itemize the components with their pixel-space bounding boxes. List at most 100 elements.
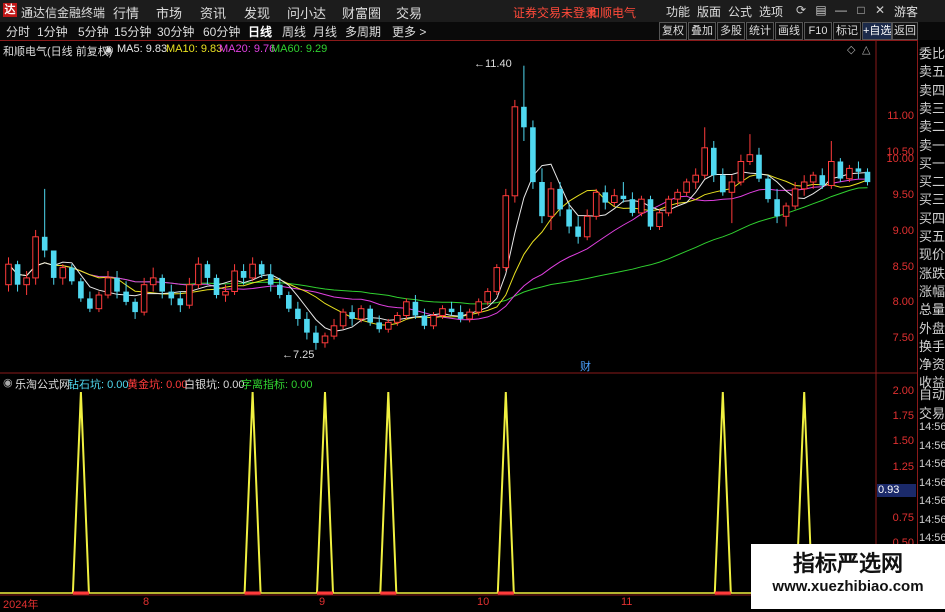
period-fenshi[interactable]: 分时: [6, 23, 30, 40]
indicator-settings-icon[interactable]: ◉: [3, 376, 13, 389]
candle-body-up: [746, 154, 754, 162]
candle-body-up: [5, 263, 12, 286]
f10-button[interactable]: F10: [804, 22, 832, 40]
candle-body-up: [493, 267, 501, 293]
ma20-line: [8, 178, 868, 321]
candle-body-down: [114, 277, 120, 292]
candle-body-down: [539, 182, 545, 217]
baiyin-value: 白银坑: 0.00: [184, 379, 245, 391]
period-60min[interactable]: 60分钟: [203, 23, 240, 40]
period-30min[interactable]: 30分钟: [157, 23, 194, 40]
watermark-url: www.xuezhibiao.com: [772, 578, 924, 595]
period-1min[interactable]: 1分钟: [37, 23, 68, 40]
candle-body-up: [737, 161, 745, 183]
current-stock-name: 和顺电气: [588, 6, 637, 20]
high-price-value: 11.40: [485, 58, 512, 70]
menu-wenxiaoda[interactable]: 问小达: [287, 3, 326, 22]
quote-panel-item: 卖二: [919, 119, 945, 135]
price-axis-tick: 11.00: [887, 110, 914, 122]
candle-body-down: [421, 315, 428, 326]
menu-shichang[interactable]: 市场: [156, 3, 182, 22]
finance-marker[interactable]: 财: [580, 358, 591, 374]
trade-panel-item: 14:56: [919, 513, 945, 526]
refresh-icon[interactable]: ⟳: [793, 3, 809, 18]
candle-body-down: [720, 175, 726, 193]
candle-body-down: [819, 175, 826, 186]
trade-login-warning[interactable]: 证券交易未登录: [513, 4, 597, 21]
candle-body-up: [385, 321, 392, 330]
mark-button[interactable]: 标记: [833, 22, 861, 40]
candle-body-up: [249, 263, 256, 279]
trade-panel-item: 14:56: [919, 421, 945, 433]
candle-body-up: [394, 315, 401, 323]
maximize-icon[interactable]: □: [853, 3, 869, 18]
ma60-path: [8, 187, 868, 305]
candle-body-down: [177, 298, 184, 306]
period-more[interactable]: 更多 >: [392, 23, 426, 40]
candle-body-up: [231, 270, 238, 292]
candle-body-down: [837, 161, 844, 179]
candle-body-down: [313, 332, 319, 343]
layout-button[interactable]: 版面: [697, 3, 721, 20]
candle-body-up: [357, 308, 365, 320]
candle-body-up: [701, 147, 709, 176]
kline-chart[interactable]: [0, 40, 917, 609]
candle-body-up: [502, 195, 510, 269]
candle-body-up: [846, 167, 853, 180]
low-price-value: 7.25: [293, 349, 315, 361]
menu-jiaoyi[interactable]: 交易: [396, 3, 422, 22]
candle-body-down: [295, 308, 301, 319]
candle-body-down: [855, 168, 862, 172]
menu-faxian[interactable]: 发现: [244, 3, 270, 22]
indicator-axis-tick: 0.75: [892, 512, 914, 524]
candle-body-up: [728, 181, 736, 193]
draw-line-button[interactable]: 画线: [775, 22, 803, 40]
period-monthly[interactable]: 月线: [313, 23, 337, 40]
trade-panel-item[interactable]: 自动: [919, 384, 945, 403]
stats-button[interactable]: 统计: [746, 22, 774, 40]
indicator-name[interactable]: 乐淘公式网: [15, 376, 70, 392]
candle-body-up: [140, 284, 148, 313]
period-daily[interactable]: 日线: [248, 23, 272, 40]
fuquan-button[interactable]: 复权: [659, 22, 687, 40]
period-weekly[interactable]: 周线: [282, 23, 306, 40]
candle-body-up: [403, 301, 410, 316]
multi-stock-button[interactable]: 多股: [717, 22, 745, 40]
candle-body-up: [828, 161, 835, 186]
candle-body-up: [222, 291, 229, 296]
quote-panel-item: 卖五: [919, 64, 945, 80]
add-watchlist-button[interactable]: +自选: [862, 22, 892, 40]
period-5min[interactable]: 5分钟: [78, 23, 109, 40]
candle-body-up: [104, 277, 112, 296]
period-15min[interactable]: 15分钟: [114, 23, 151, 40]
price-axis-tick: 7.50: [892, 332, 914, 344]
options-button[interactable]: 选项: [759, 3, 783, 20]
watermark-title: 指标严选网: [792, 551, 903, 576]
indicator-axis-tick: 1.25: [892, 461, 914, 473]
menu-hangqing[interactable]: 行情: [113, 3, 139, 22]
candle-body-up: [656, 212, 663, 228]
candle-body-up: [592, 191, 600, 217]
formula-button[interactable]: 公式: [728, 3, 752, 20]
candle-body-down: [132, 301, 138, 313]
zuanshi-value: 钻石坑: 0.00: [68, 379, 129, 391]
candle-body-up: [511, 106, 519, 197]
close-icon[interactable]: ✕: [872, 3, 888, 18]
app-logo-icon: 达: [3, 3, 17, 17]
candle-body-down: [864, 171, 871, 183]
period-multi[interactable]: 多周期: [345, 23, 381, 40]
menu-caifuquan[interactable]: 财富圈: [342, 3, 381, 22]
candle-body-up: [330, 325, 338, 337]
function-button[interactable]: 功能: [666, 3, 690, 20]
candle-body-down: [412, 301, 419, 316]
back-button[interactable]: 返回: [892, 22, 918, 40]
trade-panel-item[interactable]: 交易: [919, 403, 945, 422]
guest-login[interactable]: 游客: [894, 3, 918, 20]
candle-body-up: [59, 267, 67, 279]
candle-body-down: [557, 188, 563, 210]
menu-zixun[interactable]: 资讯: [200, 3, 226, 22]
skin-icon[interactable]: ▤: [813, 3, 829, 18]
minimize-icon[interactable]: —: [833, 3, 849, 18]
overlay-button[interactable]: 叠加: [688, 22, 716, 40]
candle-body-down: [602, 192, 609, 203]
